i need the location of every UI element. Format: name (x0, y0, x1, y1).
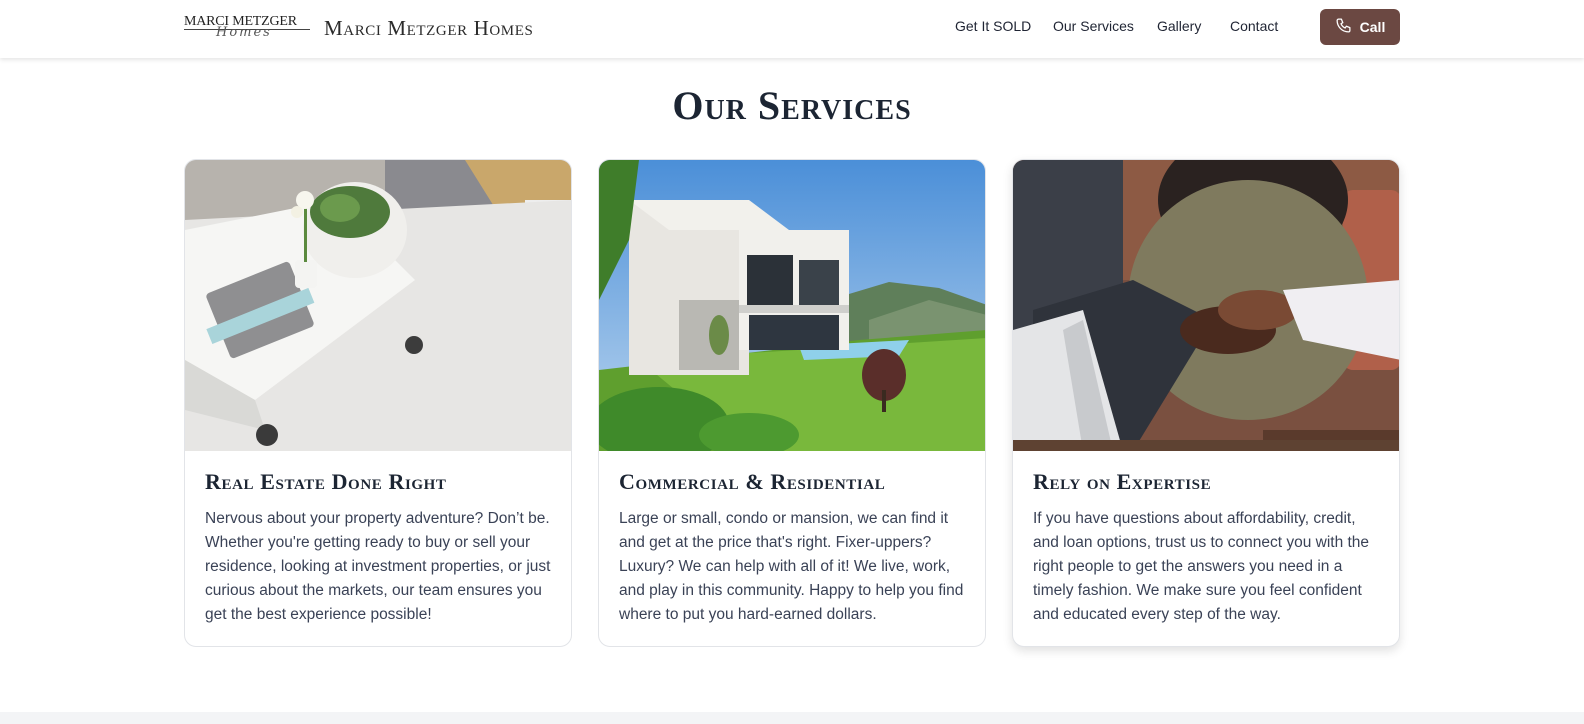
card-text: Large or small, condo or mansion, we can… (619, 510, 964, 623)
service-card-real-estate: Real Estate Done Right Nervous about you… (184, 159, 572, 647)
brand-name[interactable]: Marci Metzger Homes (324, 16, 533, 41)
card-text: If you have questions about affordabilit… (1033, 510, 1370, 623)
nav-get-it-sold[interactable]: Get It SOLD (955, 18, 1031, 34)
logo-script: Homes (216, 25, 272, 40)
card-title: Real Estate Done Right (205, 469, 447, 494)
nav-contact[interactable]: Contact (1230, 18, 1278, 34)
site-header: MARCI METZGER Homes Marci Metzger Homes … (0, 0, 1584, 58)
modern-house-photo (599, 160, 985, 451)
footer-band (0, 712, 1584, 724)
nav-our-services[interactable]: Our Services (1053, 18, 1134, 34)
service-card-expertise: Rely on Expertise If you have questions … (1012, 159, 1400, 647)
nav-gallery[interactable]: Gallery (1157, 18, 1201, 34)
living-room-table-photo (185, 160, 571, 451)
card-title: Commercial & Residential (619, 469, 886, 494)
brand-logo[interactable]: MARCI METZGER Homes (184, 14, 312, 42)
handshake-photo (1013, 160, 1399, 451)
card-text: Nervous about your property adventure? D… (205, 510, 551, 623)
service-card-commercial: Commercial & Residential Large or small,… (598, 159, 986, 647)
section-title: Our Services (672, 83, 912, 128)
call-button[interactable]: Call (1320, 9, 1400, 45)
card-title: Rely on Expertise (1033, 469, 1212, 494)
call-button-label: Call (1359, 19, 1386, 35)
phone-icon (1335, 17, 1352, 37)
